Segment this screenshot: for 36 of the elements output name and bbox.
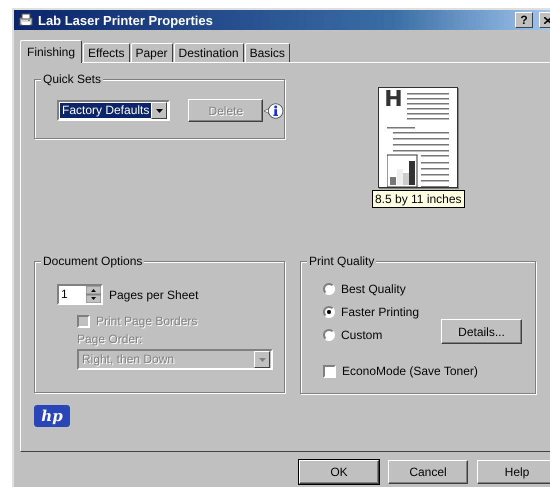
tab[interactable]: Finishing: [20, 40, 82, 63]
dialog-button[interactable]: Cancel: [388, 460, 468, 484]
pages-per-sheet-label: Pages per Sheet: [109, 288, 198, 302]
close-icon: [544, 16, 550, 24]
tab[interactable]: Paper: [130, 43, 173, 62]
quick-sets-dropdown[interactable]: Factory Defaults: [57, 100, 170, 121]
radio-button[interactable]: [323, 329, 335, 341]
radio-button[interactable]: [323, 283, 335, 295]
radio-label: Faster Printing: [341, 305, 420, 319]
heading-letter: H: [384, 88, 403, 112]
window-title: Lab Laser Printer Properties: [38, 12, 213, 28]
spin-arrows-icon: [86, 286, 101, 303]
caret-icon: [156, 108, 163, 112]
group-title: Quick Sets: [41, 72, 104, 86]
paper-size-label: 8.5 by 11 inches: [372, 190, 465, 208]
help-button[interactable]: ?: [515, 12, 533, 28]
details-button[interactable]: Details...: [441, 319, 522, 344]
radio-label: Best Quality: [341, 282, 406, 296]
radio-button[interactable]: [323, 306, 335, 318]
econo-mode-label: EconoMode (Save Toner): [342, 364, 478, 378]
page-order-label: Page Order:: [77, 332, 144, 346]
print-page-borders-label: Print Page Borders: [96, 314, 198, 328]
pages-per-sheet-spinner[interactable]: 1: [57, 284, 103, 305]
caret-icon: [258, 358, 266, 362]
group-title: Print Quality: [307, 254, 376, 268]
hp-logo: hp: [34, 405, 70, 427]
info-icon: [264, 100, 284, 120]
dialog-button[interactable]: OK: [299, 460, 379, 484]
tab[interactable]: Effects: [83, 43, 130, 62]
econo-mode-checkbox[interactable]: [323, 364, 336, 378]
tab[interactable]: Basics: [244, 43, 290, 62]
printer-icon: [18, 12, 34, 28]
tab[interactable]: Destination: [174, 43, 244, 62]
dialog-button[interactable]: Help: [477, 460, 550, 484]
radio-label: Custom: [341, 328, 382, 342]
group-title: Document Options: [41, 254, 144, 268]
